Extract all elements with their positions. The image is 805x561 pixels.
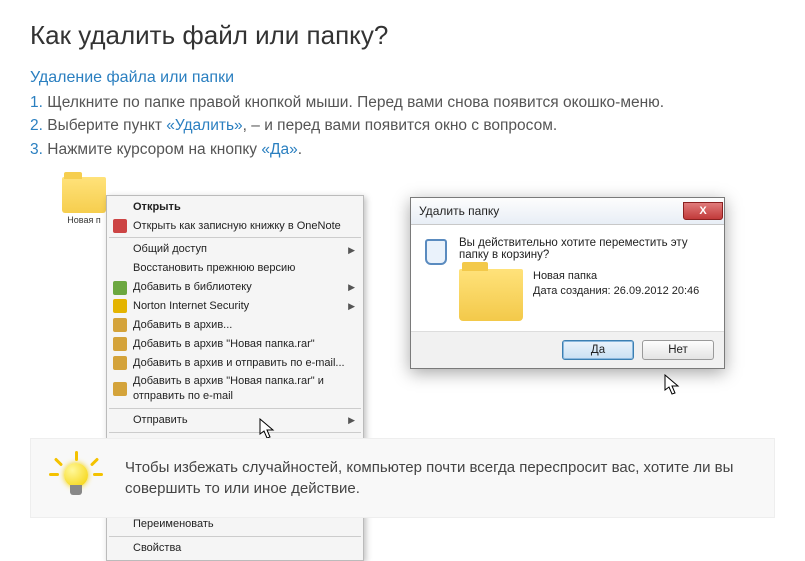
- no-button[interactable]: Нет: [642, 340, 714, 360]
- norton-icon: [113, 299, 127, 313]
- dialog-meta: Новая папка Дата создания: 26.09.2012 20…: [533, 269, 699, 300]
- dialog-folder-name: Новая папка: [533, 269, 699, 284]
- menu-add-rar[interactable]: Добавить в архив "Новая папка.rar": [107, 335, 363, 354]
- folder-label: Новая п: [60, 215, 108, 225]
- dialog-titlebar: Удалить папку X: [411, 198, 724, 225]
- dialog-button-row: Да Нет: [411, 331, 724, 368]
- library-icon: [113, 281, 127, 295]
- separator: [109, 408, 361, 409]
- tip-text: Чтобы избежать случайностей, компьютер п…: [125, 457, 754, 499]
- menu-send-to[interactable]: Отправить▶: [107, 411, 363, 430]
- section-subtitle: Удаление файла или папки: [30, 69, 775, 87]
- dialog-folder-date: Дата создания: 26.09.2012 20:46: [533, 284, 699, 299]
- archive-icon: [113, 356, 127, 370]
- menu-restore[interactable]: Восстановить прежнюю версию: [107, 259, 363, 278]
- separator: [109, 432, 361, 433]
- chevron-right-icon: ▶: [348, 414, 355, 426]
- archive-icon: [113, 337, 127, 351]
- illustration-row: Новая п Открыть Открыть как записную кни…: [60, 177, 775, 369]
- separator: [109, 536, 361, 537]
- dialog-title-text: Удалить папку: [419, 204, 499, 218]
- lightbulb-icon: [51, 453, 101, 503]
- menu-send-rar-mail[interactable]: Добавить в архив "Новая папка.rar" и отп…: [107, 372, 363, 406]
- yes-button[interactable]: Да: [562, 340, 634, 360]
- menu-rename[interactable]: Переименовать: [107, 515, 363, 534]
- step-3: Нажмите курсором на кнопку «Да».: [30, 138, 775, 161]
- chevron-right-icon: ▶: [348, 244, 355, 256]
- archive-icon: [113, 382, 127, 396]
- close-button[interactable]: X: [683, 202, 723, 220]
- folder[interactable]: Новая п: [60, 177, 108, 225]
- menu-open[interactable]: Открыть: [107, 198, 363, 217]
- recycle-bin-icon: [423, 237, 449, 267]
- step-2: Выберите пункт «Удалить», – и перед вами…: [30, 114, 775, 137]
- menu-library[interactable]: Добавить в библиотеку▶: [107, 278, 363, 297]
- menu-add-archive[interactable]: Добавить в архив...: [107, 316, 363, 335]
- tip-box: Чтобы избежать случайностей, компьютер п…: [30, 438, 775, 518]
- folder-icon: [459, 269, 523, 321]
- confirm-dialog: Удалить папку X Вы действительно хотите …: [410, 197, 725, 369]
- menu-share[interactable]: Общий доступ▶: [107, 240, 363, 259]
- menu-properties[interactable]: Свойства: [107, 539, 363, 558]
- dialog-question: Вы действительно хотите переместить эту …: [459, 237, 712, 261]
- dialog-content: Вы действительно хотите переместить эту …: [459, 237, 712, 321]
- context-menu-illustration: Новая п Открыть Открыть как записную кни…: [60, 177, 370, 225]
- menu-onenote[interactable]: Открыть как записную книжку в OneNote: [107, 217, 363, 236]
- archive-icon: [113, 318, 127, 332]
- separator: [109, 237, 361, 238]
- page-title: Как удалить файл или папку?: [30, 20, 775, 51]
- menu-norton[interactable]: Norton Internet Security▶: [107, 297, 363, 316]
- steps-list: Щелкните по папке правой кнопкой мыши. П…: [30, 91, 775, 161]
- menu-send-mail[interactable]: Добавить в архив и отправить по e-mail..…: [107, 354, 363, 373]
- dialog-info: Новая папка Дата создания: 26.09.2012 20…: [459, 269, 712, 321]
- dialog-body: Вы действительно хотите переместить эту …: [411, 225, 724, 331]
- chevron-right-icon: ▶: [348, 300, 355, 312]
- step-1: Щелкните по папке правой кнопкой мыши. П…: [30, 91, 775, 114]
- folder-icon: [62, 177, 106, 213]
- onenote-icon: [113, 219, 127, 233]
- chevron-right-icon: ▶: [348, 281, 355, 293]
